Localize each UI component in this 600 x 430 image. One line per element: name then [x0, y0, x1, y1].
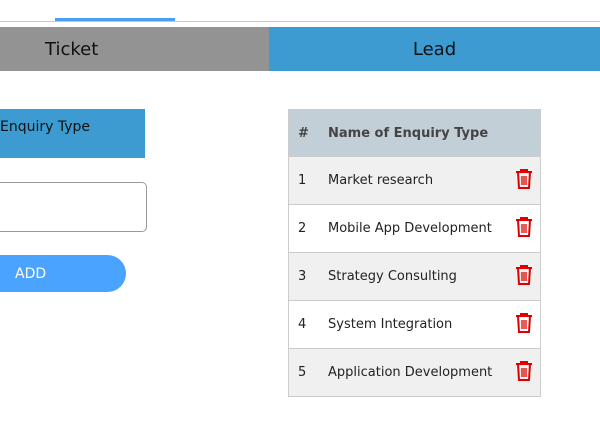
add-button[interactable]: ADD [0, 255, 126, 292]
table-row: 2 Mobile App Development [288, 204, 541, 253]
row-name: Mobile App Development [327, 204, 508, 253]
table-row: 4 System Integration [288, 300, 541, 349]
delete-button[interactable] [508, 300, 541, 349]
row-name: Application Development [327, 348, 508, 397]
table-row: 5 Application Development [288, 348, 541, 397]
table-row: 3 Strategy Consulting [288, 252, 541, 301]
enquiry-type-input[interactable] [0, 182, 147, 232]
header-name: Name of Enquiry Type [327, 109, 508, 157]
enquiry-type-table: # Name of Enquiry Type 1 Market research 2… [288, 109, 541, 397]
active-tab-indicator [55, 18, 175, 21]
header-number: # [288, 109, 327, 157]
tab-lead[interactable]: Lead [269, 27, 600, 71]
row-number: 4 [288, 300, 327, 349]
row-number: 3 [288, 252, 327, 301]
delete-button[interactable] [508, 156, 541, 205]
top-divider [0, 21, 600, 22]
row-name: Market research [327, 156, 508, 205]
row-name: System Integration [327, 300, 508, 349]
row-number: 5 [288, 348, 327, 397]
enquiry-type-label: Enquiry Type [0, 109, 145, 158]
delete-button[interactable] [508, 252, 541, 301]
row-number: 1 [288, 156, 327, 205]
trash-icon [516, 312, 532, 333]
trash-icon [516, 264, 532, 285]
trash-icon [516, 216, 532, 237]
header-actions [508, 109, 541, 157]
table-row: 1 Market research [288, 156, 541, 205]
row-number: 2 [288, 204, 327, 253]
trash-icon [516, 168, 532, 189]
delete-button[interactable] [508, 348, 541, 397]
tab-ticket[interactable]: Ticket [0, 27, 269, 71]
row-name: Strategy Consulting [327, 252, 508, 301]
trash-icon [516, 360, 532, 381]
delete-button[interactable] [508, 204, 541, 253]
